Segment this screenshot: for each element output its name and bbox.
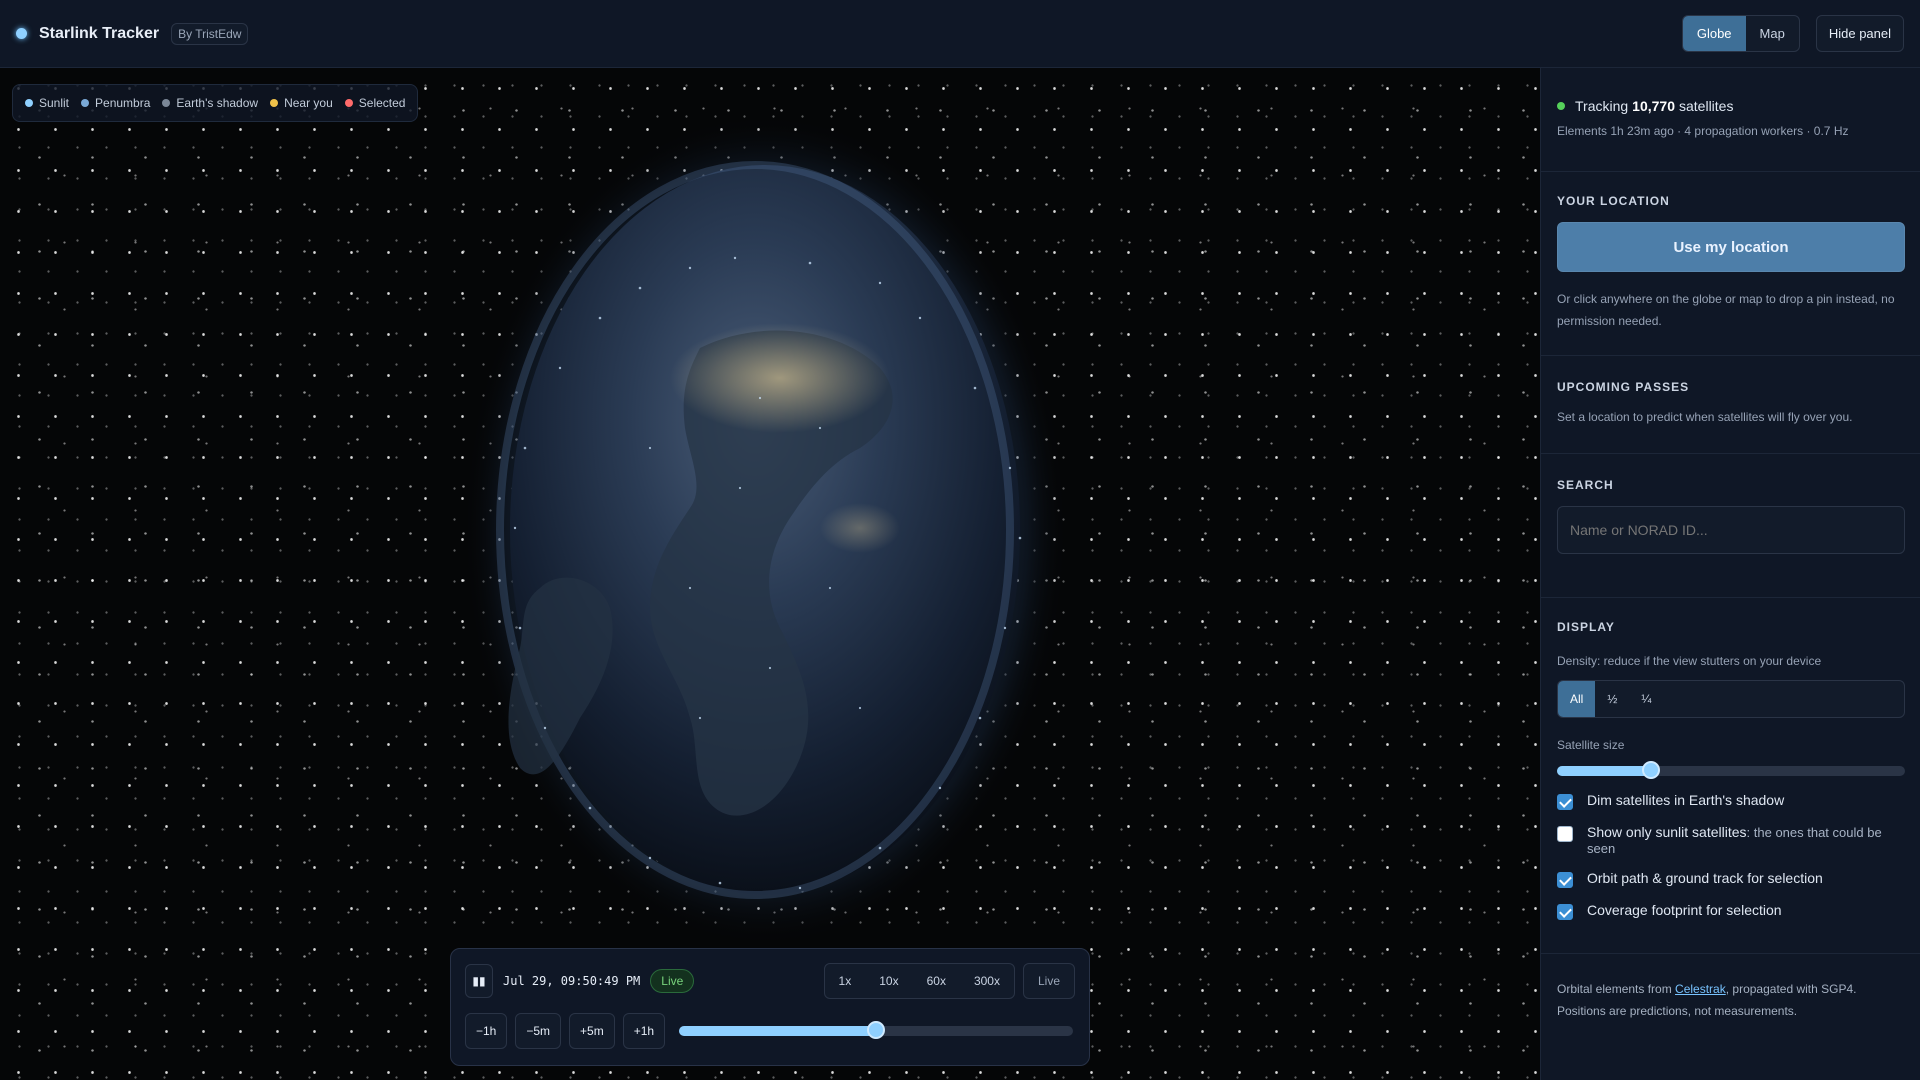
- checkbox-dim-shadow[interactable]: [1557, 794, 1573, 810]
- time-controls: ▮▮ Jul 29, 09:50:49 PM Live 1x 10x 60x 3…: [450, 948, 1090, 1066]
- passes-section: UPCOMING PASSES Set a location to predic…: [1541, 356, 1920, 454]
- search-title: SEARCH: [1557, 478, 1614, 492]
- top-bar: Starlink Tracker By TristEdw Globe Map H…: [0, 0, 1920, 68]
- density-quarter-button[interactable]: ¼: [1629, 681, 1663, 717]
- time-slider-thumb[interactable]: [867, 1021, 886, 1039]
- tracking-meta: Elements 1h 23m ago · 4 propagation work…: [1557, 124, 1849, 138]
- globe-viewport[interactable]: Sunlit Penumbra Earth's shadow Near you …: [0, 68, 1540, 1080]
- speed-300x-button[interactable]: 300x: [960, 964, 1014, 998]
- passes-title: UPCOMING PASSES: [1557, 380, 1690, 394]
- footer-suffix: , propagated with SGP4.: [1725, 982, 1857, 996]
- speed-60x-button[interactable]: 60x: [913, 964, 960, 998]
- option-label: Show only sunlit satellites: [1587, 824, 1747, 840]
- display-title: DISPLAY: [1557, 620, 1615, 634]
- footer-prefix: Orbital elements from: [1557, 982, 1672, 996]
- option-coverage[interactable]: Coverage footprint for selection: [1557, 902, 1904, 920]
- search-section: SEARCH: [1541, 454, 1920, 598]
- satellite-size-slider[interactable]: [1557, 761, 1905, 779]
- size-slider-fill: [1557, 766, 1651, 776]
- checkbox-coverage[interactable]: [1557, 904, 1573, 920]
- app-title: Starlink Tracker: [39, 24, 160, 42]
- size-slider-thumb[interactable]: [1641, 761, 1660, 779]
- location-title: YOUR LOCATION: [1557, 194, 1670, 208]
- speed-10x-button[interactable]: 10x: [865, 964, 912, 998]
- option-text: Show only sunlit satellites: the ones th…: [1587, 824, 1904, 856]
- display-options: Dim satellites in Earth's shadow Show on…: [1557, 792, 1904, 920]
- use-my-location-button[interactable]: Use my location: [1557, 222, 1905, 272]
- option-label: Orbit path & ground track for selection: [1587, 870, 1823, 886]
- satellite-size-label: Satellite size: [1557, 738, 1625, 752]
- time-slider[interactable]: [679, 1021, 1074, 1039]
- option-dim-shadow[interactable]: Dim satellites in Earth's shadow: [1557, 792, 1904, 810]
- checkbox-sunlit-only[interactable]: [1557, 826, 1573, 842]
- passes-text: Set a location to predict when satellite…: [1557, 410, 1853, 424]
- hide-panel-button[interactable]: Hide panel: [1815, 15, 1904, 52]
- footer-line2: Positions are predictions, not measureme…: [1557, 1004, 1798, 1018]
- option-label: Dim satellites in Earth's shadow: [1587, 792, 1785, 808]
- speed-1x-button[interactable]: 1x: [825, 964, 866, 998]
- time-row-bottom: −1h −5m +5m +1h: [465, 1013, 1075, 1049]
- pause-icon: ▮▮: [472, 974, 486, 988]
- search-input[interactable]: [1557, 506, 1905, 554]
- jump-plus-5m-button[interactable]: +5m: [569, 1013, 615, 1049]
- density-all-button[interactable]: All: [1558, 681, 1596, 717]
- tracking-status: Tracking 10,770 satellites Elements 1h 2…: [1541, 68, 1920, 172]
- pause-button[interactable]: ▮▮: [465, 964, 493, 998]
- tracking-prefix: Tracking: [1575, 98, 1629, 114]
- speed-selector: 1x 10x 60x 300x: [823, 963, 1015, 999]
- tracking-line: Tracking 10,770 satellites: [1557, 98, 1904, 114]
- map-tab[interactable]: Map: [1746, 16, 1799, 51]
- jump-minus-1h-button[interactable]: −1h: [465, 1013, 508, 1049]
- density-selector: All ½ ¼: [1557, 680, 1905, 718]
- status-dot-icon: [1557, 102, 1565, 110]
- density-half-button[interactable]: ½: [1595, 681, 1629, 717]
- author-badge[interactable]: By TristEdw: [171, 22, 249, 45]
- time-slider-fill: [679, 1026, 877, 1036]
- tracking-suffix: satellites: [1679, 98, 1734, 114]
- option-sunlit-only[interactable]: Show only sunlit satellites: the ones th…: [1557, 824, 1904, 856]
- jump-minus-5m-button[interactable]: −5m: [515, 1013, 562, 1049]
- option-label: Coverage footprint for selection: [1587, 902, 1782, 918]
- density-label: Density: reduce if the view stutters on …: [1557, 654, 1822, 668]
- go-live-button[interactable]: Live: [1022, 963, 1075, 999]
- celestrak-link[interactable]: Celestrak: [1675, 982, 1726, 996]
- location-hint: Or click anywhere on the globe or map to…: [1557, 292, 1895, 328]
- live-badge: Live: [650, 969, 695, 993]
- checkbox-orbit-path[interactable]: [1557, 872, 1573, 888]
- current-time: Jul 29, 09:50:49 PM: [503, 974, 641, 988]
- view-toggle: Globe Map: [1681, 15, 1800, 52]
- jump-plus-1h-button[interactable]: +1h: [622, 1013, 666, 1049]
- globe[interactable]: [0, 68, 1540, 1080]
- side-panel: Tracking 10,770 satellites Elements 1h 2…: [1540, 68, 1920, 1080]
- logo-dot-icon: [16, 28, 27, 39]
- time-row-top: ▮▮ Jul 29, 09:50:49 PM Live 1x 10x 60x 3…: [465, 963, 1075, 999]
- footer-note: Orbital elements from Celestrak, propaga…: [1541, 954, 1920, 1046]
- top-right-controls: Globe Map Hide panel: [1681, 15, 1904, 52]
- display-section: DISPLAY Density: reduce if the view stut…: [1541, 598, 1920, 954]
- tracking-count: 10,770: [1632, 98, 1675, 114]
- option-orbit-path[interactable]: Orbit path & ground track for selection: [1557, 870, 1904, 888]
- location-section: YOUR LOCATION Use my location Or click a…: [1541, 172, 1920, 356]
- earth-globe-icon: [460, 110, 1070, 950]
- globe-tab[interactable]: Globe: [1682, 16, 1746, 51]
